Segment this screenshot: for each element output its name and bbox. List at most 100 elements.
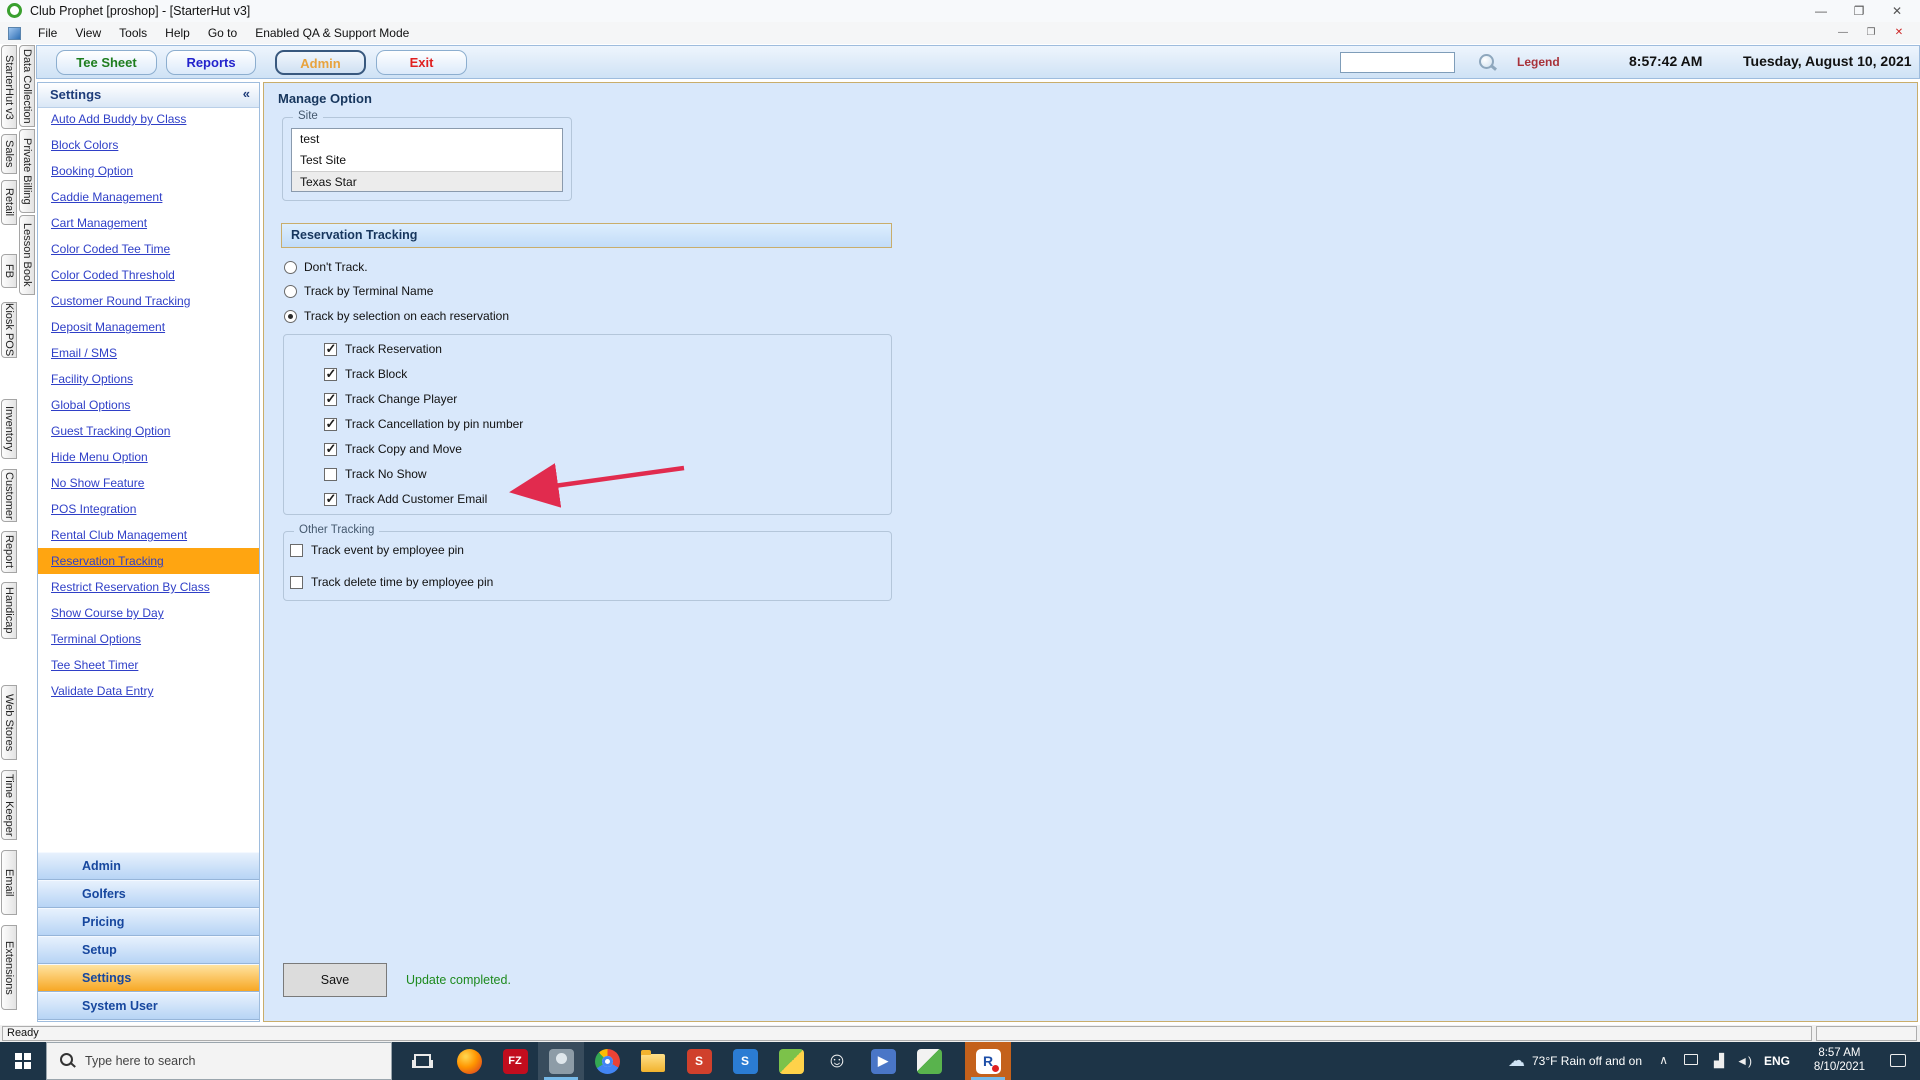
- sidebar-link-block-colors[interactable]: Block Colors: [38, 132, 259, 158]
- tab-private-billing[interactable]: Private Billing: [19, 129, 35, 213]
- menu-qa-support-mode[interactable]: Enabled QA & Support Mode: [246, 22, 418, 44]
- sidebar-link-terminal-options[interactable]: Terminal Options: [38, 626, 259, 652]
- child-minimize-button[interactable]: —: [1830, 25, 1856, 41]
- taskbar-app-red-s[interactable]: S: [676, 1042, 722, 1080]
- taskbar-app-blue-s[interactable]: S: [722, 1042, 768, 1080]
- taskbar-search[interactable]: Type here to search: [46, 1042, 392, 1080]
- checkbox-track-change-player[interactable]: Track Change Player: [324, 389, 457, 409]
- checkbox-track-delete-time-by-employee-pin[interactable]: Track delete time by employee pin: [290, 572, 493, 592]
- sidebar-link-deposit-management[interactable]: Deposit Management: [38, 314, 259, 340]
- sidebar-link-auto-add-buddy-by-class[interactable]: Auto Add Buddy by Class: [38, 106, 259, 132]
- sidebar-link-global-options[interactable]: Global Options: [38, 392, 259, 418]
- site-option-test[interactable]: test: [292, 129, 562, 150]
- checkbox-track-no-show[interactable]: Track No Show: [324, 464, 427, 484]
- section-settings[interactable]: Settings: [38, 964, 259, 992]
- sidebar-link-rental-club-management[interactable]: Rental Club Management: [38, 522, 259, 548]
- notification-center-icon[interactable]: [1890, 1054, 1906, 1067]
- sidebar-link-facility-options[interactable]: Facility Options: [38, 366, 259, 392]
- tee-sheet-button[interactable]: Tee Sheet: [56, 50, 157, 75]
- section-golfers[interactable]: Golfers: [38, 880, 259, 908]
- checkbox-track-copy-and-move[interactable]: Track Copy and Move: [324, 439, 462, 459]
- close-button[interactable]: ✕: [1880, 0, 1914, 22]
- tab-extensions[interactable]: Extensions: [1, 925, 17, 1010]
- maximize-button[interactable]: ❐: [1842, 0, 1876, 22]
- tab-email[interactable]: Email: [1, 850, 17, 915]
- device-icon[interactable]: [1684, 1054, 1698, 1065]
- tab-sales[interactable]: Sales: [1, 134, 17, 174]
- sidebar-link-reservation-tracking[interactable]: Reservation Tracking: [38, 548, 259, 574]
- minimize-button[interactable]: —: [1804, 0, 1838, 22]
- save-button[interactable]: Save: [283, 963, 387, 997]
- section-system-user[interactable]: System User: [38, 992, 259, 1020]
- sidebar-link-email-sms[interactable]: Email / SMS: [38, 340, 259, 366]
- admin-button[interactable]: Admin: [275, 50, 366, 75]
- taskbar-weather[interactable]: ☁ 73°F Rain off and on: [1508, 1042, 1642, 1080]
- site-option-texas-star[interactable]: Texas Star: [292, 171, 562, 191]
- checkbox-track-event-by-employee-pin[interactable]: Track event by employee pin: [290, 540, 464, 560]
- checkbox-track-add-customer-email[interactable]: Track Add Customer Email: [324, 489, 487, 509]
- taskbar-app-file-explorer[interactable]: [630, 1042, 676, 1080]
- tab-time-keeper[interactable]: Time Keeper: [1, 770, 17, 840]
- menu-file[interactable]: File: [29, 22, 66, 44]
- taskbar-clock[interactable]: 8:57 AM 8/10/2021: [1814, 1046, 1865, 1074]
- task-view-button[interactable]: [400, 1042, 444, 1080]
- checkbox-track-cancellation-by-pin[interactable]: Track Cancellation by pin number: [324, 414, 523, 434]
- child-restore-button[interactable]: ❐: [1858, 25, 1884, 41]
- sidebar-link-hide-menu-option[interactable]: Hide Menu Option: [38, 444, 259, 470]
- sidebar-link-guest-tracking-option[interactable]: Guest Tracking Option: [38, 418, 259, 444]
- sidebar-link-no-show-feature[interactable]: No Show Feature: [38, 470, 259, 496]
- toolbar-search-input[interactable]: [1340, 52, 1455, 73]
- sidebar-link-color-coded-threshold[interactable]: Color Coded Threshold: [38, 262, 259, 288]
- radio-track-by-selection[interactable]: Track by selection on each reservation: [284, 306, 509, 326]
- legend-button[interactable]: Legend: [1517, 55, 1560, 69]
- tab-kiosk-pos[interactable]: Kiosk POS: [1, 302, 17, 358]
- tab-handicap[interactable]: Handicap: [1, 582, 17, 639]
- sidebar-link-pos-integration[interactable]: POS Integration: [38, 496, 259, 522]
- site-option-test-site[interactable]: Test Site: [292, 150, 562, 171]
- sidebar-link-validate-data-entry[interactable]: Validate Data Entry: [38, 678, 259, 704]
- tab-lesson-book[interactable]: Lesson Book: [19, 215, 35, 295]
- menu-goto[interactable]: Go to: [199, 22, 246, 44]
- checkbox-track-block[interactable]: Track Block: [324, 364, 407, 384]
- tab-report[interactable]: Report: [1, 531, 17, 573]
- language-indicator[interactable]: ENG: [1764, 1054, 1790, 1068]
- network-icon[interactable]: ▟: [1714, 1054, 1724, 1067]
- collapse-sidebar-icon[interactable]: «: [243, 86, 250, 101]
- sidebar-link-restrict-reservation-by-class[interactable]: Restrict Reservation By Class: [38, 574, 259, 600]
- start-button[interactable]: [0, 1042, 46, 1080]
- sidebar-link-booking-option[interactable]: Booking Option: [38, 158, 259, 184]
- taskbar-app-club-prophet[interactable]: R: [965, 1042, 1011, 1080]
- sidebar-link-customer-round-tracking[interactable]: Customer Round Tracking: [38, 288, 259, 314]
- menu-help[interactable]: Help: [156, 22, 199, 44]
- section-admin[interactable]: Admin: [38, 852, 259, 880]
- search-icon[interactable]: [1477, 53, 1497, 73]
- tab-customer[interactable]: Customer: [1, 469, 17, 522]
- checkbox-track-reservation[interactable]: Track Reservation: [324, 339, 442, 359]
- taskbar-app-filezilla[interactable]: FZ: [492, 1042, 538, 1080]
- sidebar-link-tee-sheet-timer[interactable]: Tee Sheet Timer: [38, 652, 259, 678]
- volume-icon[interactable]: ◄): [1736, 1054, 1752, 1068]
- tab-data-collection[interactable]: Data Collection: [19, 45, 35, 127]
- taskbar-app-media[interactable]: ▶: [860, 1042, 906, 1080]
- sidebar-link-caddie-management[interactable]: Caddie Management: [38, 184, 259, 210]
- radio-track-by-terminal-name[interactable]: Track by Terminal Name: [284, 281, 433, 301]
- section-setup[interactable]: Setup: [38, 936, 259, 964]
- sidebar-link-color-coded-tee-time[interactable]: Color Coded Tee Time: [38, 236, 259, 262]
- reports-button[interactable]: Reports: [166, 50, 256, 75]
- taskbar-app-emoji[interactable]: ☺: [814, 1042, 860, 1080]
- tab-starterhut-v3[interactable]: StarterHut v3: [1, 45, 17, 129]
- radio-dont-track[interactable]: Don't Track.: [284, 257, 368, 277]
- sidebar-link-cart-management[interactable]: Cart Management: [38, 210, 259, 236]
- tab-retail[interactable]: Retail: [1, 180, 17, 225]
- menu-tools[interactable]: Tools: [110, 22, 156, 44]
- tab-inventory[interactable]: Inventory: [1, 399, 17, 459]
- tab-web-stores[interactable]: Web Stores: [1, 685, 17, 760]
- child-close-button[interactable]: ✕: [1886, 25, 1912, 41]
- taskbar-app-chrome[interactable]: [584, 1042, 630, 1080]
- sidebar-link-show-course-by-day[interactable]: Show Course by Day: [38, 600, 259, 626]
- section-pricing[interactable]: Pricing: [38, 908, 259, 936]
- taskbar-app-paint[interactable]: [906, 1042, 952, 1080]
- exit-button[interactable]: Exit: [376, 50, 467, 75]
- menu-view[interactable]: View: [66, 22, 110, 44]
- taskbar-app-firefox[interactable]: [446, 1042, 492, 1080]
